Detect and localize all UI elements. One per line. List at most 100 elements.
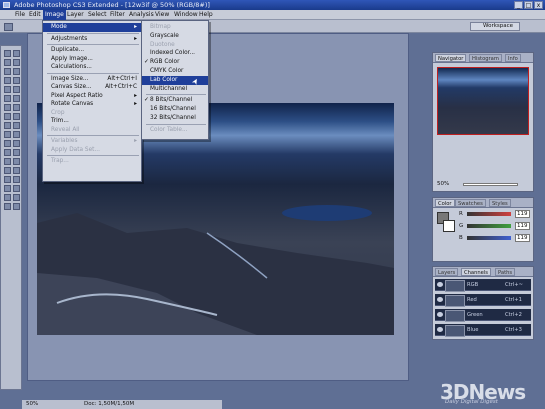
minimize-button[interactable]: _ bbox=[514, 1, 523, 9]
color-value-field[interactable]: 119 bbox=[515, 222, 530, 230]
tool-icon[interactable] bbox=[4, 185, 11, 192]
tool-icon[interactable] bbox=[13, 149, 20, 156]
tool-icon[interactable] bbox=[13, 167, 20, 174]
tool-icon[interactable] bbox=[13, 86, 20, 93]
image-menu-item: Trap... bbox=[43, 157, 141, 166]
tool-icon[interactable] bbox=[13, 140, 20, 147]
zoom-slider[interactable] bbox=[463, 183, 518, 186]
image-menu-item: Reveal All bbox=[43, 126, 141, 135]
image-menu-item[interactable]: Adjustments ▸ bbox=[43, 35, 141, 44]
color-value-field[interactable]: 119 bbox=[515, 210, 530, 218]
mode-menu-item[interactable]: Grayscale bbox=[142, 32, 208, 41]
doc-size: Doc: 1,50M/1,50M bbox=[84, 401, 135, 407]
tab-styles[interactable]: Styles bbox=[489, 199, 511, 207]
tool-icon[interactable] bbox=[13, 50, 20, 57]
tool-icon[interactable] bbox=[13, 185, 20, 192]
checkmark-icon: ✓ bbox=[144, 97, 149, 104]
menu-filter[interactable]: Filter bbox=[108, 10, 127, 20]
channel-name: Red bbox=[467, 297, 477, 303]
tool-icon[interactable] bbox=[4, 77, 11, 84]
navigator-zoom[interactable]: 50% bbox=[437, 181, 449, 187]
tool-icon[interactable] bbox=[4, 50, 11, 57]
channel-row[interactable]: Red Ctrl+1 bbox=[435, 294, 531, 307]
background-swatch[interactable] bbox=[443, 220, 455, 232]
tab-info[interactable]: Info bbox=[505, 54, 521, 62]
tool-icon[interactable] bbox=[13, 122, 20, 129]
tab-navigator[interactable]: Navigator bbox=[435, 54, 467, 62]
tool-icon[interactable] bbox=[4, 167, 11, 174]
tool-icon[interactable] bbox=[4, 140, 11, 147]
tool-icon[interactable] bbox=[13, 68, 20, 75]
tool-icon[interactable] bbox=[4, 95, 11, 102]
eye-icon[interactable] bbox=[437, 312, 443, 317]
tool-icon[interactable] bbox=[13, 203, 20, 210]
maximize-button[interactable]: □ bbox=[524, 1, 533, 9]
menu-select[interactable]: Select bbox=[86, 10, 109, 20]
tool-icon[interactable] bbox=[13, 104, 20, 111]
tab-layers[interactable]: Layers bbox=[435, 268, 459, 276]
tool-icon[interactable] bbox=[13, 194, 20, 201]
tab-color[interactable]: Color bbox=[435, 199, 455, 207]
menu-view[interactable]: View bbox=[153, 10, 171, 20]
tool-icon[interactable] bbox=[13, 176, 20, 183]
tool-icon[interactable] bbox=[13, 131, 20, 138]
menu-analysis[interactable]: Analysis bbox=[127, 10, 156, 20]
image-menu-item[interactable]: Calculations... bbox=[43, 63, 141, 72]
eye-icon[interactable] bbox=[437, 282, 443, 287]
mode-menu-item: Color Table... bbox=[142, 126, 208, 135]
menu-image[interactable]: Image bbox=[43, 10, 66, 20]
menu-window[interactable]: Window bbox=[172, 10, 200, 20]
menu-help[interactable]: Help bbox=[197, 10, 215, 20]
tab-swatches[interactable]: Swatches bbox=[455, 199, 486, 207]
mode-menu-item[interactable]: Indexed Color... bbox=[142, 49, 208, 58]
tool-icon[interactable] bbox=[13, 77, 20, 84]
menu-item-label: Trap... bbox=[51, 158, 69, 164]
tool-icon[interactable] bbox=[4, 113, 11, 120]
tool-icon[interactable] bbox=[4, 203, 11, 210]
image-menu-item[interactable]: Mode ▸ bbox=[43, 23, 141, 32]
color-slider[interactable] bbox=[467, 212, 511, 216]
tab-histogram[interactable]: Histogram bbox=[469, 54, 502, 62]
tool-icon[interactable] bbox=[4, 131, 11, 138]
menu-edit[interactable]: Edit bbox=[27, 10, 43, 20]
tool-icon[interactable] bbox=[4, 176, 11, 183]
navigator-thumbnail[interactable] bbox=[437, 67, 529, 135]
tool-icon[interactable] bbox=[13, 95, 20, 102]
tool-icon[interactable] bbox=[4, 194, 11, 201]
tool-icon[interactable] bbox=[4, 68, 11, 75]
eye-icon[interactable] bbox=[437, 327, 443, 332]
tool-preset-icon[interactable] bbox=[4, 23, 13, 31]
channel-row[interactable]: RGB Ctrl+~ bbox=[435, 279, 531, 292]
tool-icon[interactable] bbox=[13, 59, 20, 66]
tool-icon[interactable] bbox=[13, 113, 20, 120]
channel-row[interactable]: Green Ctrl+2 bbox=[435, 309, 531, 322]
mode-menu-item[interactable]: 32 Bits/Channel bbox=[142, 114, 208, 123]
tool-icon[interactable] bbox=[4, 86, 11, 93]
workspace-button[interactable]: Workspace bbox=[470, 22, 520, 31]
tool-icon[interactable] bbox=[4, 149, 11, 156]
eye-icon[interactable] bbox=[437, 297, 443, 302]
color-slider[interactable] bbox=[467, 224, 511, 228]
menu-layer[interactable]: Layer bbox=[65, 10, 86, 20]
mode-menu-item[interactable]: ✓ 8 Bits/Channel bbox=[142, 96, 208, 105]
tool-icon[interactable] bbox=[4, 104, 11, 111]
tool-icon[interactable] bbox=[4, 158, 11, 165]
tool-icon[interactable] bbox=[4, 122, 11, 129]
tool-icon[interactable] bbox=[13, 158, 20, 165]
channels-tabs: Layers Channels Paths bbox=[433, 267, 533, 277]
zoom-readout[interactable]: 50% bbox=[26, 400, 38, 409]
close-button[interactable]: x bbox=[534, 1, 543, 9]
mode-menu-item[interactable]: 16 Bits/Channel bbox=[142, 105, 208, 114]
color-value-field[interactable]: 119 bbox=[515, 234, 530, 242]
mode-menu-item[interactable]: ✓ RGB Color bbox=[142, 58, 208, 67]
tab-paths[interactable]: Paths bbox=[495, 268, 516, 276]
menu-file[interactable]: File bbox=[13, 10, 27, 20]
tool-icon[interactable] bbox=[4, 59, 11, 66]
tab-channels[interactable]: Channels bbox=[461, 268, 491, 276]
channel-row[interactable]: Blue Ctrl+3 bbox=[435, 324, 531, 337]
mode-menu-item[interactable]: CMYK Color bbox=[142, 67, 208, 76]
menu-item-label: Trim... bbox=[51, 118, 69, 124]
color-slider[interactable] bbox=[467, 236, 511, 240]
mode-menu-item[interactable]: Multichannel bbox=[142, 85, 208, 94]
menu-separator bbox=[146, 94, 206, 96]
